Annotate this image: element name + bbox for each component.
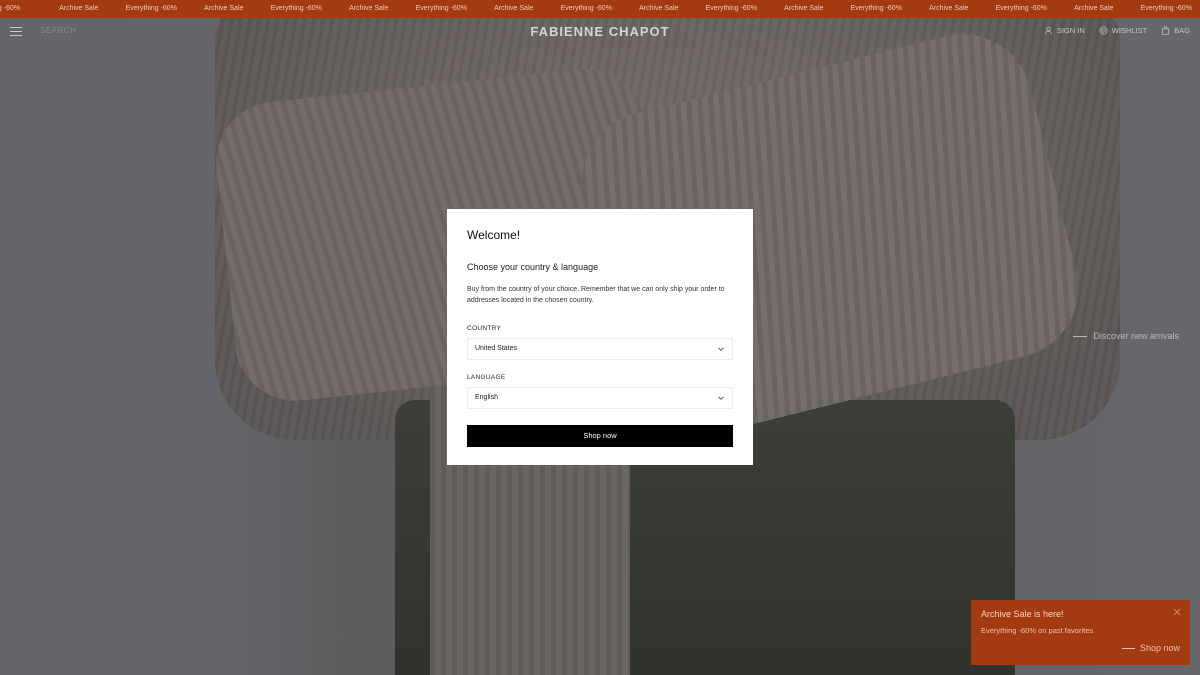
ticker-item: Archive Sale xyxy=(929,5,969,12)
toast-subtitle: Everything -60% on past favorites xyxy=(981,626,1094,635)
bag-icon xyxy=(1162,26,1170,35)
modal-subtitle: Choose your country & language xyxy=(467,262,599,272)
brand-logo[interactable]: FABIENNE CHAPOT xyxy=(0,24,1200,39)
country-select[interactable]: United States xyxy=(467,338,733,360)
ticker-item: Everything -60% xyxy=(125,5,177,12)
archive-sale-toast: Archive Sale is here! Everything -60% on… xyxy=(971,600,1190,665)
language-select-value: English xyxy=(475,394,498,401)
arrow-right-icon xyxy=(1121,647,1135,649)
ticker-item: ing -60% xyxy=(0,5,21,12)
modal-title: Welcome! xyxy=(467,228,521,242)
header-actions: SIGN IN WISHLIST BAG xyxy=(1044,26,1190,35)
ticker-item: Everything -60% xyxy=(995,5,1047,12)
arrow-right-icon xyxy=(1073,335,1088,337)
ticker-item: Archive Sale xyxy=(349,5,389,12)
wishlist-label: WISHLIST xyxy=(1111,26,1148,35)
language-label: LANGUAGE xyxy=(467,374,506,381)
ticker-item: Archive Sale xyxy=(204,5,244,12)
toast-title: Archive Sale is here! xyxy=(981,609,1064,619)
ticker-item: Archive Sale xyxy=(494,5,534,12)
bag-label: BAG xyxy=(1174,26,1190,35)
close-icon[interactable] xyxy=(1173,608,1181,616)
ticker-item: Everything -60% xyxy=(705,5,757,12)
site-header: SEARCH FABIENNE CHAPOT SIGN IN WISHLIST … xyxy=(0,18,1200,48)
discover-new-arrivals-link[interactable]: Discover new arrivals xyxy=(1073,331,1179,341)
ticker-item: Everything -60% xyxy=(1140,5,1192,12)
toast-cta-label: Shop now xyxy=(1139,643,1180,653)
ticker-item: Archive Sale xyxy=(1074,5,1114,12)
country-language-modal: Welcome! Choose your country & language … xyxy=(447,209,753,465)
ticker-item: Archive Sale xyxy=(639,5,679,12)
ticker-item: Everything -60% xyxy=(270,5,322,12)
discover-label: Discover new arrivals xyxy=(1093,331,1179,341)
chevron-down-icon xyxy=(718,396,724,400)
shop-now-button[interactable]: Shop now xyxy=(467,425,733,447)
ticker-item: Archive Sale xyxy=(784,5,824,12)
wishlist-link[interactable]: WISHLIST xyxy=(1099,26,1147,35)
heart-icon xyxy=(1099,26,1108,35)
toast-shop-now-link[interactable]: Shop now xyxy=(1121,643,1180,653)
user-icon xyxy=(1044,26,1052,35)
country-label: COUNTRY xyxy=(467,325,502,332)
promo-ticker-track: ing -60% Archive Sale Everything -60% Archi… xyxy=(0,0,1200,18)
language-select[interactable]: English xyxy=(467,387,733,409)
country-select-value: United States xyxy=(475,345,518,352)
ticker-item: Everything -60% xyxy=(415,5,467,12)
modal-description: Buy from the country of your choice. Rem… xyxy=(467,286,725,304)
chevron-down-icon xyxy=(718,347,724,351)
ticker-item: Archive Sale xyxy=(59,5,99,12)
bag-link[interactable]: BAG xyxy=(1161,26,1190,35)
ticker-item: Everything -60% xyxy=(850,5,902,12)
ticker-item: Everything -60% xyxy=(560,5,612,12)
sign-in-link[interactable]: SIGN IN xyxy=(1044,26,1085,35)
sign-in-label: SIGN IN xyxy=(1056,26,1085,35)
promo-ticker[interactable]: ing -60% Archive Sale Everything -60% Archi… xyxy=(0,0,1200,18)
